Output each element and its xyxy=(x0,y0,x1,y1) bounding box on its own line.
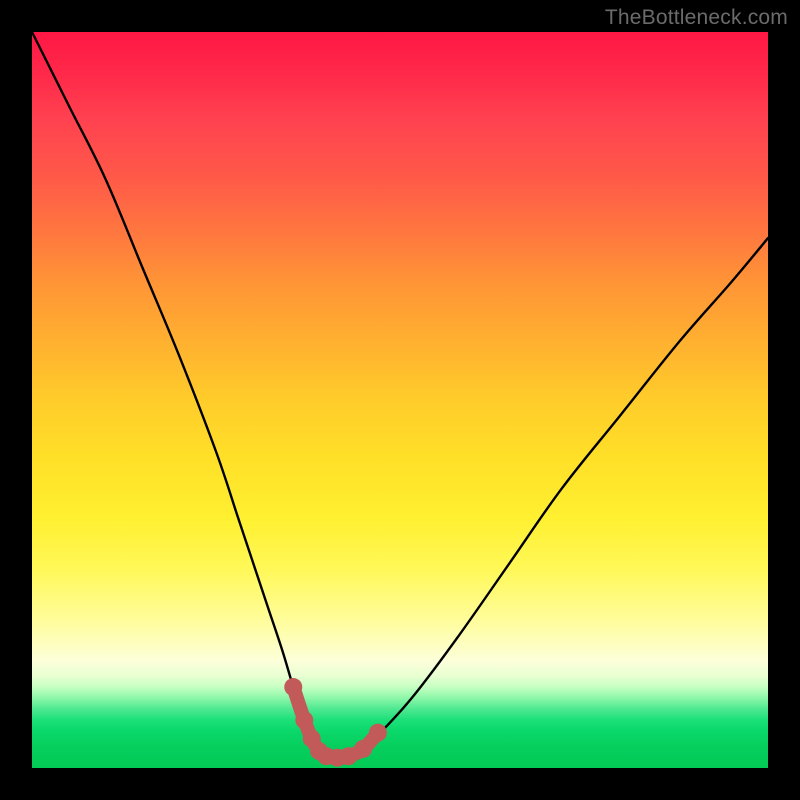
chart-frame: TheBottleneck.com xyxy=(0,0,800,800)
highlight-dot xyxy=(284,678,302,696)
bottom-highlight-dots xyxy=(284,678,387,767)
bottleneck-curve xyxy=(32,32,768,758)
curve-layer xyxy=(32,32,768,768)
watermark-text: TheBottleneck.com xyxy=(605,6,788,30)
plot-area xyxy=(32,32,768,768)
highlight-dot xyxy=(369,724,387,742)
highlight-dot xyxy=(295,711,313,729)
highlight-dot xyxy=(354,740,372,758)
